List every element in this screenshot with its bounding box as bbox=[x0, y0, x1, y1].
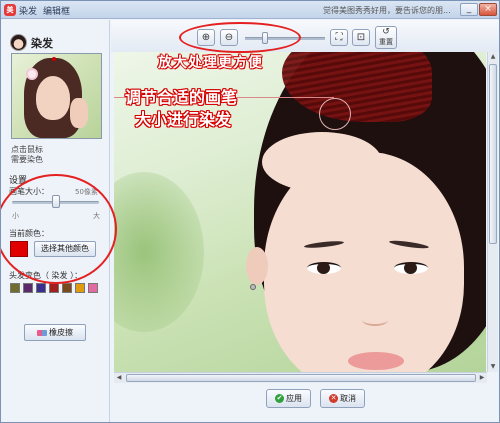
reset-button[interactable]: ↺ 重置 bbox=[375, 26, 397, 49]
preset-color-swatch[interactable] bbox=[23, 283, 33, 293]
window-title: 染发 bbox=[19, 7, 38, 17]
app-logo-icon: 美 bbox=[4, 4, 16, 16]
hint-text: 点击鼠标 需要染色 bbox=[11, 145, 43, 164]
thumbnail-marker bbox=[52, 57, 56, 61]
fit-window-button[interactable]: ⛶ bbox=[330, 29, 348, 46]
brush-cursor bbox=[319, 98, 351, 130]
horizontal-scroll-thumb[interactable] bbox=[126, 374, 476, 382]
annotation-brush-tip: 调节合适的画笔 大小进行染发 bbox=[125, 87, 237, 131]
annotation-ellipse-zoom bbox=[179, 22, 301, 53]
title-bar: 美 染发 编辑框 觉得美图秀秀好用，要告诉您的朋... _ × bbox=[1, 1, 499, 19]
thumbnail-flower bbox=[26, 68, 38, 80]
horizontal-scrollbar[interactable]: ◀ ▶ bbox=[114, 372, 487, 383]
preset-color-swatch[interactable] bbox=[62, 283, 72, 293]
eraser-icon bbox=[37, 329, 47, 336]
reset-label: 重置 bbox=[379, 38, 393, 46]
minimize-button[interactable]: _ bbox=[460, 3, 478, 16]
scroll-right-arrow[interactable]: ▶ bbox=[477, 373, 487, 383]
dye-hair-window: 美 染发 编辑框 觉得美图秀秀好用，要告诉您的朋... _ × 染发 点击鼠标 … bbox=[0, 0, 500, 423]
left-pupil bbox=[317, 262, 330, 274]
eraser-button[interactable]: 橡皮擦 bbox=[24, 324, 86, 341]
nose bbox=[362, 314, 388, 326]
preset-color-swatch[interactable] bbox=[36, 283, 46, 293]
vertical-scroll-thumb[interactable] bbox=[489, 64, 497, 244]
face bbox=[264, 152, 464, 372]
cancel-label: 取消 bbox=[340, 394, 356, 403]
cancel-button[interactable]: ✕ 取消 bbox=[320, 389, 365, 408]
apply-button[interactable]: ✔ 应用 bbox=[266, 389, 311, 408]
background-foliage bbox=[114, 172, 204, 332]
preset-color-row bbox=[10, 283, 98, 293]
share-message-link[interactable]: 觉得美图秀秀好用，要告诉您的朋... bbox=[323, 5, 451, 16]
preview-thumbnail[interactable] bbox=[11, 53, 102, 139]
annotation-ellipse-settings bbox=[1, 174, 117, 284]
annotation-brush-tip-line1: 调节合适的画笔 bbox=[125, 88, 238, 107]
preset-color-swatch[interactable] bbox=[10, 283, 20, 293]
hair-dye-icon bbox=[10, 34, 27, 51]
apply-label: 应用 bbox=[286, 394, 302, 403]
right-pupil bbox=[404, 262, 417, 274]
annotation-zoom-tip: 放大处理更方便 bbox=[158, 55, 263, 71]
lips bbox=[348, 352, 404, 370]
preset-color-swatch[interactable] bbox=[88, 283, 98, 293]
window-subtitle: 编辑框 bbox=[43, 7, 71, 17]
zoom-toolbar: ⊕ ⊖ ⛶ ⊡ ↺ 重置 bbox=[111, 20, 499, 52]
eraser-label: 橡皮擦 bbox=[49, 328, 73, 337]
vertical-scrollbar[interactable]: ▲ ▼ bbox=[487, 52, 498, 372]
panel-title: 染发 bbox=[31, 37, 53, 50]
cancel-icon: ✕ bbox=[329, 394, 338, 403]
thumbnail-face bbox=[36, 76, 70, 120]
reset-icon: ↺ bbox=[382, 27, 390, 37]
scroll-left-arrow[interactable]: ◀ bbox=[114, 373, 124, 383]
preset-color-swatch[interactable] bbox=[75, 283, 85, 293]
scroll-up-arrow[interactable]: ▲ bbox=[488, 52, 498, 62]
close-button[interactable]: × bbox=[479, 3, 497, 16]
ear bbox=[246, 247, 268, 285]
check-icon: ✔ bbox=[275, 394, 284, 403]
scroll-down-arrow[interactable]: ▼ bbox=[488, 362, 498, 372]
preset-color-swatch[interactable] bbox=[49, 283, 59, 293]
annotation-brush-tip-line2: 大小进行染发 bbox=[135, 110, 232, 129]
earring bbox=[250, 284, 256, 290]
actual-size-button[interactable]: ⊡ bbox=[352, 29, 370, 46]
thumbnail-hand bbox=[70, 98, 88, 128]
